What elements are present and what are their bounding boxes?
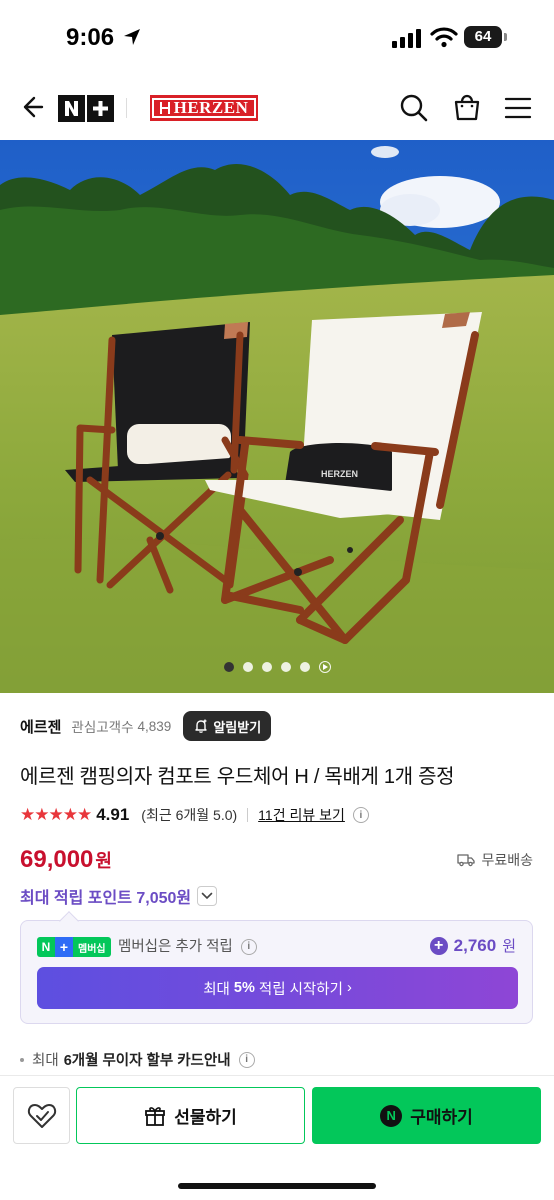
battery-level: 64 — [464, 26, 502, 48]
membership-box: N + 멤버십 멤버십은 추가 적립 i + 2,760 원 최대 5% 적립 … — [20, 920, 533, 1024]
membership-start-button[interactable]: 최대 5% 적립 시작하기 › — [37, 967, 518, 1009]
heart-check-icon — [27, 1103, 56, 1128]
header-divider — [126, 98, 127, 118]
svg-text:HERZEN: HERZEN — [321, 469, 358, 479]
arrow-left-icon[interactable] — [14, 90, 48, 124]
battery-icon: 64 — [464, 26, 508, 48]
truck-icon — [457, 854, 476, 867]
carousel-indicators — [0, 660, 554, 674]
shipping-label: 무료배송 — [481, 852, 533, 868]
chevron-right-icon: › — [346, 980, 352, 996]
top-nav: HERZEN — [0, 76, 554, 140]
rating-score: 4.91 — [96, 805, 130, 824]
divider — [247, 808, 249, 822]
info-icon[interactable]: i — [238, 1051, 255, 1068]
price-unit: 원 — [95, 851, 112, 871]
rating-row: ★★★★★ 4.91 (최근 6개월 5.0) 11건 리뷰 보기 i — [20, 803, 369, 827]
chevron-down-icon[interactable] — [197, 886, 218, 906]
hamburger-menu-icon[interactable] — [502, 92, 534, 124]
membership-points-unit: 원 — [502, 938, 516, 955]
installment-text: 6개월 무이자 할부 카드안내 — [63, 1053, 231, 1069]
carousel-dot[interactable] — [299, 662, 310, 672]
brand-logo[interactable]: HERZEN — [150, 95, 258, 121]
location-arrow-icon — [124, 29, 140, 45]
membership-label: 멤버십은 추가 적립 — [118, 939, 233, 955]
membership-points: + 2,760 원 — [429, 935, 516, 956]
carousel-dot[interactable] — [261, 662, 272, 672]
brand-mark-icon — [159, 102, 170, 114]
bell-plus-icon — [195, 719, 208, 733]
status-bar: 9:06 64 — [0, 0, 554, 76]
badge-plus: + — [55, 937, 73, 957]
price: 69,000 원 — [20, 846, 112, 874]
carousel-dot[interactable] — [242, 662, 253, 672]
search-icon[interactable] — [398, 92, 430, 124]
notify-label: 알림받기 — [213, 719, 262, 735]
brand-name: HERZEN — [173, 98, 249, 117]
gift-icon — [145, 1106, 166, 1126]
bullet — [20, 1057, 24, 1062]
npay-icon: N — [380, 1104, 403, 1127]
max-points: 최대 적립 포인트 7,050원 — [20, 890, 192, 907]
wishlist-button[interactable] — [13, 1087, 70, 1144]
buy-label: 구매하기 — [410, 1108, 473, 1127]
bottom-action-bar: 선물하기 N 구매하기 — [0, 1075, 554, 1200]
product-title: 에르젠 캠핑의자 컴포트 우드체어 H / 목배게 1개 증정 — [20, 766, 455, 788]
store-fans-label: 관심고객수 — [71, 720, 134, 735]
cta-suffix: 적립 시작하기 — [258, 981, 343, 998]
info-icon[interactable]: i — [352, 807, 369, 823]
store-name[interactable]: 에르젠 — [20, 716, 61, 737]
membership-text: 멤버십은 추가 적립 i — [118, 937, 257, 957]
nplus-membership-badge: N + 멤버십 — [37, 937, 111, 957]
carousel-dot[interactable] — [280, 662, 291, 672]
store-info: 에르젠 관심고객수 4,839 알림받기 — [20, 710, 272, 742]
product-photo: HERZEN — [0, 140, 554, 693]
plus-circle-icon: + — [429, 936, 448, 955]
installment-prefix: 최대 — [32, 1053, 59, 1069]
buy-button[interactable]: N 구매하기 — [312, 1087, 541, 1144]
shipping-info: 무료배송 — [457, 850, 533, 870]
badge-text: 멤버십 — [73, 937, 111, 957]
star-rating-icon: ★★★★★ — [20, 805, 92, 824]
gift-button[interactable]: 선물하기 — [76, 1087, 305, 1144]
notify-button[interactable]: 알림받기 — [183, 711, 272, 741]
video-play-icon[interactable] — [318, 661, 331, 673]
info-icon[interactable]: i — [240, 939, 257, 955]
rating-recent: (최근 6개월 5.0) — [141, 807, 238, 823]
product-image-carousel[interactable]: HERZEN — [0, 140, 554, 693]
carousel-dot[interactable] — [223, 662, 234, 672]
shopping-bag-icon[interactable] — [451, 91, 483, 123]
reviews-link[interactable]: 11건 리뷰 보기 — [258, 805, 345, 825]
nplus-logo[interactable] — [58, 95, 114, 122]
installment-info[interactable]: 최대 6개월 무이자 할부 카드안내 i — [20, 1049, 255, 1070]
status-time: 9:06 — [66, 24, 115, 51]
wifi-icon — [430, 27, 458, 48]
max-points-row[interactable]: 최대 적립 포인트 7,050원 — [20, 884, 218, 908]
price-amount: 69,000 — [20, 846, 94, 873]
home-indicator — [178, 1183, 376, 1189]
membership-points-value: 2,760 — [453, 935, 497, 955]
store-fans-count: 4,839 — [137, 718, 172, 734]
cta-percent: 5% — [233, 980, 255, 996]
badge-n: N — [37, 937, 55, 957]
cellular-signal-icon — [392, 29, 421, 48]
cta-prefix: 최대 — [203, 981, 230, 998]
gift-label: 선물하기 — [174, 1108, 237, 1127]
